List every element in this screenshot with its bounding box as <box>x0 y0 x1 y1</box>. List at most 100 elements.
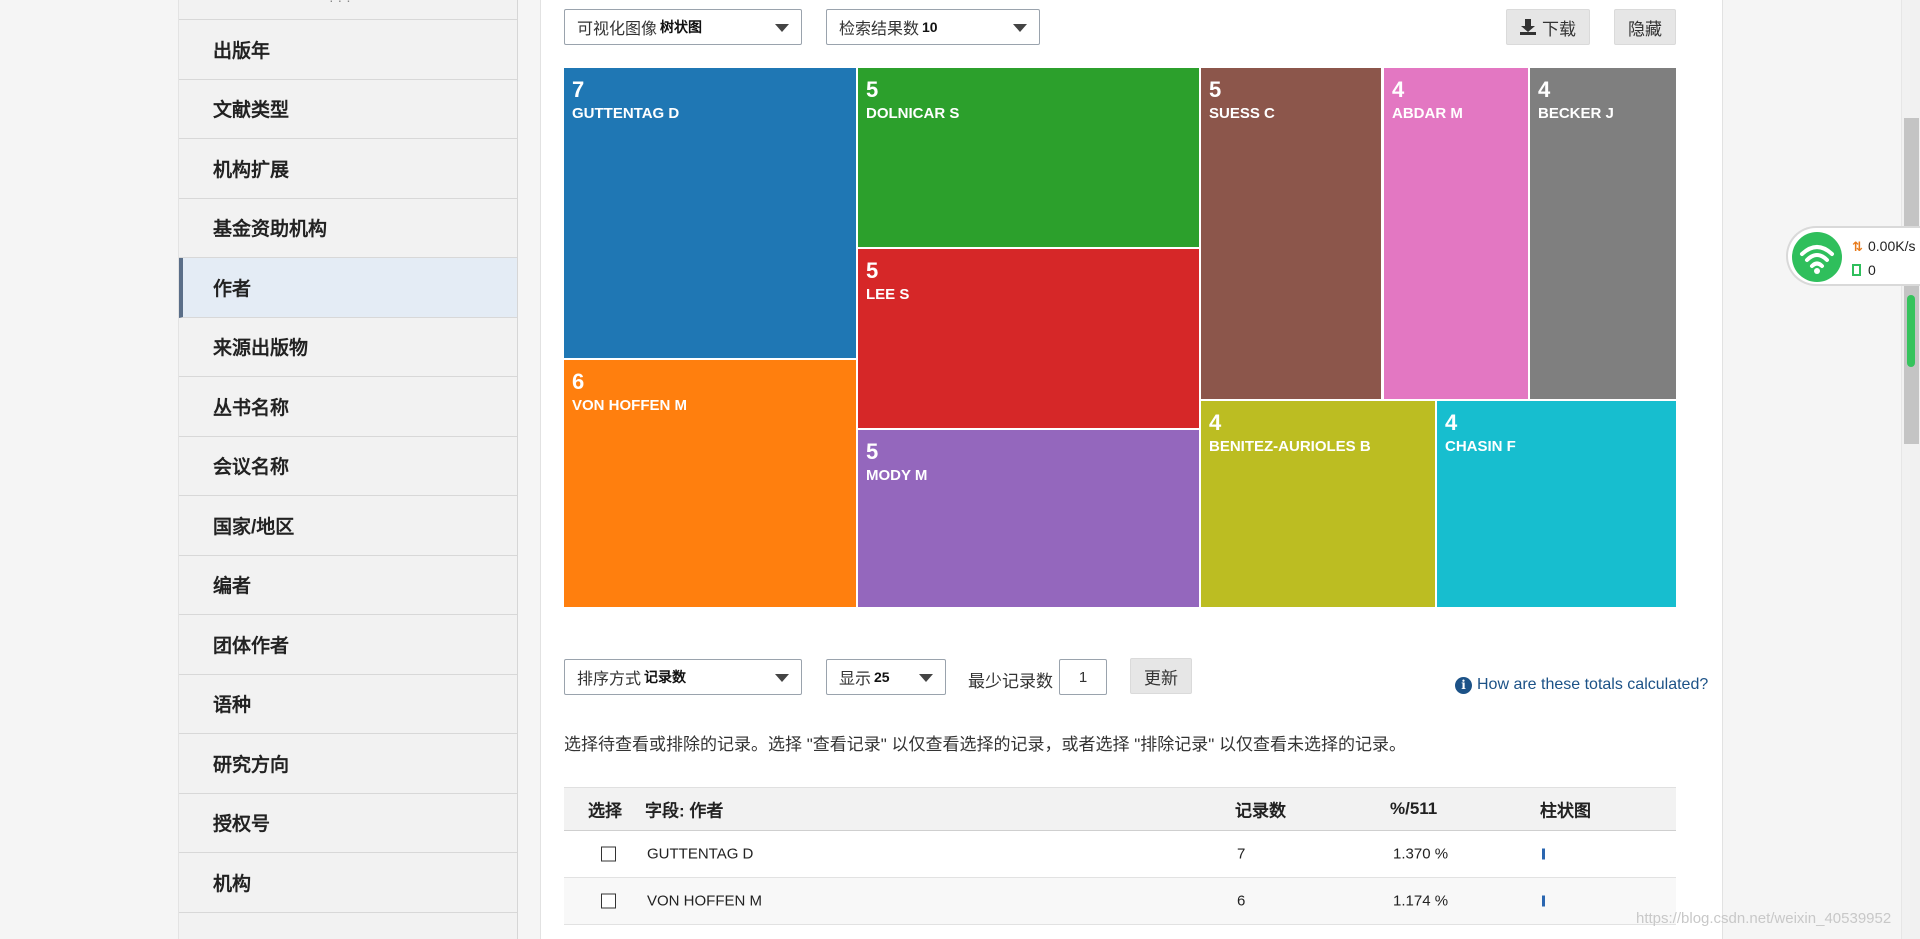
tile-label: BECKER J <box>1538 105 1614 122</box>
page-scrollbar[interactable] <box>1901 0 1920 939</box>
update-button[interactable]: 更新 <box>1130 658 1192 694</box>
tile-label: CHASIN F <box>1445 438 1516 455</box>
row-name: GUTTENTAG D <box>647 845 754 863</box>
update-label: 更新 <box>1144 668 1178 688</box>
network-count: 0 <box>1868 262 1876 278</box>
sidebar-item[interactable]: 丛书名称 <box>179 377 517 437</box>
tile-value: 7 <box>572 77 585 102</box>
sidebar-item[interactable]: 机构扩展 <box>179 139 517 199</box>
treemap-tile[interactable]: 7 GUTTENTAG D <box>564 68 856 358</box>
tile-value: 4 <box>1392 77 1405 102</box>
totals-help-link[interactable]: i How are these totals calculated? <box>1455 676 1708 694</box>
viz-type-select[interactable]: 可视化图像 树状图 <box>564 9 802 45</box>
treemap-tile[interactable]: 6 VON HOFFEN M <box>564 360 856 607</box>
filter-sidebar: · · · 出版年 文献类型 机构扩展 基金资助机构 作者 来源出版物 丛书名称 会议名称 国家… <box>178 0 518 939</box>
caret-down-icon <box>775 674 789 682</box>
sort-select[interactable]: 排序方式 记录数 <box>564 659 802 695</box>
treemap-tile[interactable]: 4 BECKER J <box>1530 68 1676 399</box>
table-header: 选择 字段: 作者 记录数 %/511 柱状图 <box>564 787 1676 831</box>
treemap-tile[interactable]: 4 BENITEZ-AURIOLES B <box>1201 401 1435 607</box>
result-count-select[interactable]: 检索结果数 10 <box>826 9 1040 45</box>
treemap-tile[interactable]: 5 LEE S <box>858 249 1199 428</box>
sort-label: 排序方式 <box>577 671 642 688</box>
row-count: 7 <box>1237 845 1246 863</box>
result-count-label: 检索结果数 <box>839 21 920 38</box>
viz-type-value: 树状图 <box>660 19 703 35</box>
row-percent: 1.174 % <box>1393 892 1449 910</box>
sort-value: 记录数 <box>644 669 687 685</box>
tile-value: 4 <box>1445 410 1458 435</box>
tile-label: GUTTENTAG D <box>572 105 680 122</box>
tile-label: LEE S <box>866 286 910 303</box>
sidebar-item[interactable]: 机构 <box>179 853 517 913</box>
min-records-value: 1 <box>1078 668 1088 686</box>
sidebar-item[interactable]: 文献类型 <box>179 80 517 139</box>
min-records-label: 最少记录数 <box>968 672 1053 691</box>
download-label: 下载 <box>1542 19 1576 39</box>
row-bar <box>1542 895 1545 907</box>
row-bar <box>1542 848 1545 860</box>
result-count-value: 10 <box>922 19 938 35</box>
green-indicator <box>1907 295 1915 367</box>
sidebar-item[interactable]: 基金资助机构 <box>179 199 517 258</box>
caret-down-icon <box>919 674 933 682</box>
sidebar-item[interactable]: 国家/地区 <box>179 496 517 556</box>
show-label: 显示 <box>839 671 872 688</box>
row-checkbox[interactable] <box>601 893 616 909</box>
row-checkbox[interactable] <box>601 846 616 862</box>
watermark: https://blog.csdn.net/weixin_40539952 <box>1636 910 1892 927</box>
totals-help-text: How are these totals calculated? <box>1477 676 1709 693</box>
table-row: GUTTENTAG D 7 1.370 % <box>564 831 1676 878</box>
sidebar-item[interactable]: 团体作者 <box>179 615 517 675</box>
sidebar-item[interactable]: 授权号 <box>179 794 517 853</box>
viz-type-label: 可视化图像 <box>577 21 658 38</box>
treemap-tile[interactable]: 5 MODY M <box>858 430 1199 607</box>
results-table: 选择 字段: 作者 记录数 %/511 柱状图 GUTTENTAG D 7 1.… <box>564 787 1676 925</box>
network-speed-widget[interactable]: ⇅ 0.00K/s 0 <box>1786 226 1920 286</box>
tile-label: VON HOFFEN M <box>572 397 687 414</box>
tile-value: 5 <box>1209 77 1222 102</box>
header-percent[interactable]: %/511 <box>1390 799 1437 819</box>
sidebar-item[interactable]: 来源出版物 <box>179 318 517 377</box>
tile-value: 5 <box>866 439 879 464</box>
row-percent: 1.370 % <box>1393 845 1449 863</box>
row-name: VON HOFFEN M <box>647 892 762 910</box>
caret-down-icon <box>1013 24 1027 32</box>
row-count: 6 <box>1237 892 1246 910</box>
treemap-tile[interactable]: 5 DOLNICAR S <box>858 68 1199 247</box>
treemap-tile[interactable]: 5 SUESS C <box>1201 68 1381 399</box>
show-count-select[interactable]: 显示 25 <box>826 659 946 695</box>
wifi-icon <box>1792 232 1842 282</box>
header-field: 字段: 作者 <box>645 801 724 821</box>
author-treemap: 7 GUTTENTAG D 6 VON HOFFEN M 5 DOLNICAR S 5 LEE… <box>564 68 1676 607</box>
tile-value: 5 <box>866 258 879 283</box>
hide-label: 隐藏 <box>1628 19 1662 39</box>
sidebar-partial-item: · · · <box>179 0 517 20</box>
tile-label: MODY M <box>866 467 928 484</box>
tile-value: 6 <box>572 369 585 394</box>
header-count[interactable]: 记录数 <box>1235 797 1286 822</box>
sidebar-item[interactable]: 作者 <box>179 258 517 318</box>
treemap-tile[interactable]: 4 ABDAR M <box>1384 68 1528 399</box>
treemap-tile[interactable]: 4 CHASIN F <box>1437 401 1676 607</box>
sidebar-item[interactable]: 研究方向 <box>179 734 517 794</box>
download-icon <box>1520 19 1536 35</box>
transfer-arrows-icon: ⇅ <box>1852 239 1863 254</box>
hide-button[interactable]: 隐藏 <box>1614 9 1676 45</box>
sidebar-item[interactable]: 会议名称 <box>179 437 517 496</box>
tile-label: BENITEZ-AURIOLES B <box>1209 438 1371 455</box>
sidebar-item[interactable]: 编者 <box>179 556 517 615</box>
tile-value: 5 <box>866 77 879 102</box>
sidebar-item[interactable]: 语种 <box>179 675 517 734</box>
show-value: 25 <box>874 669 890 685</box>
min-records-input[interactable]: 1 <box>1059 659 1107 695</box>
network-speed: 0.00K/s <box>1868 238 1916 254</box>
info-icon: i <box>1455 676 1472 694</box>
sidebar-item[interactable]: 出版年 <box>179 20 517 80</box>
tile-value: 4 <box>1538 77 1551 102</box>
tile-value: 4 <box>1209 410 1222 435</box>
caret-down-icon <box>775 24 789 32</box>
tile-label: ABDAR M <box>1392 105 1463 122</box>
device-icon <box>1852 264 1861 276</box>
download-button[interactable]: 下载 <box>1506 9 1590 45</box>
